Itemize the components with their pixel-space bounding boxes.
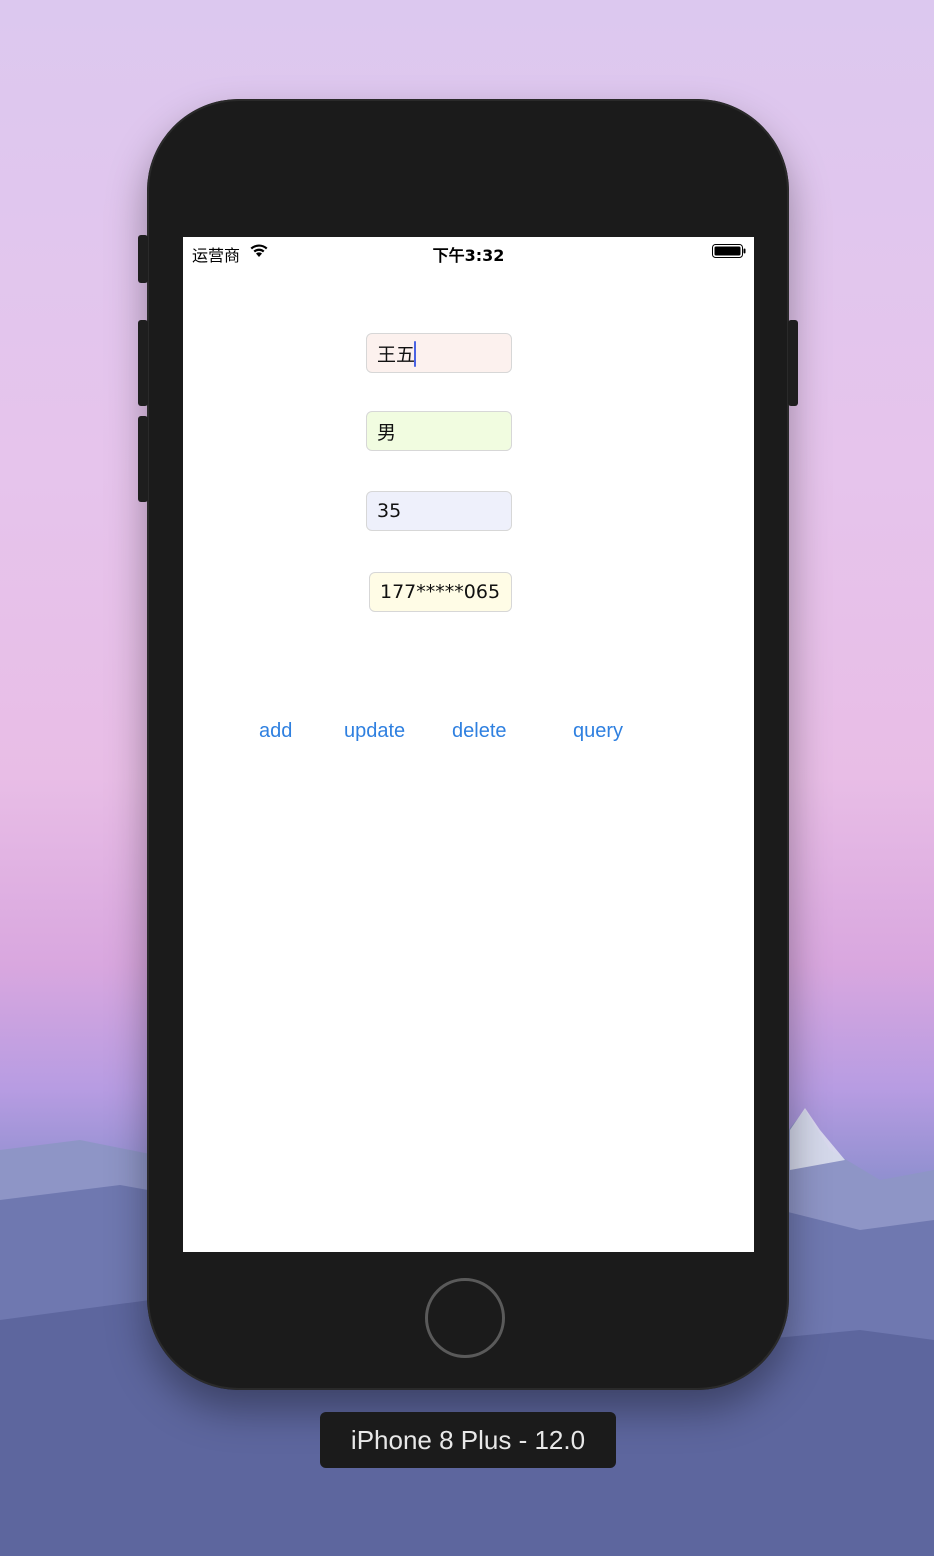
delete-button[interactable]: delete bbox=[452, 720, 507, 743]
age-field[interactable] bbox=[366, 491, 512, 531]
battery-icon bbox=[712, 244, 746, 258]
update-button[interactable]: update bbox=[344, 720, 405, 743]
volume-down-button bbox=[138, 416, 148, 502]
status-time: 下午3:32 bbox=[432, 246, 505, 265]
phone-field[interactable] bbox=[369, 572, 512, 612]
text-cursor bbox=[414, 341, 416, 367]
name-field[interactable] bbox=[366, 333, 512, 373]
query-button[interactable]: query bbox=[573, 720, 623, 743]
home-button[interactable] bbox=[425, 1278, 505, 1358]
mute-switch bbox=[138, 235, 148, 283]
gender-field[interactable] bbox=[366, 411, 512, 451]
power-button bbox=[788, 320, 798, 406]
add-button[interactable]: add bbox=[259, 720, 292, 743]
app-screen: 运营商 下午3:32 add update delete query bbox=[183, 237, 754, 1252]
device-label: iPhone 8 Plus - 12.0 bbox=[320, 1412, 616, 1468]
status-bar: 运营商 下午3:32 bbox=[183, 237, 754, 265]
volume-up-button bbox=[138, 320, 148, 406]
